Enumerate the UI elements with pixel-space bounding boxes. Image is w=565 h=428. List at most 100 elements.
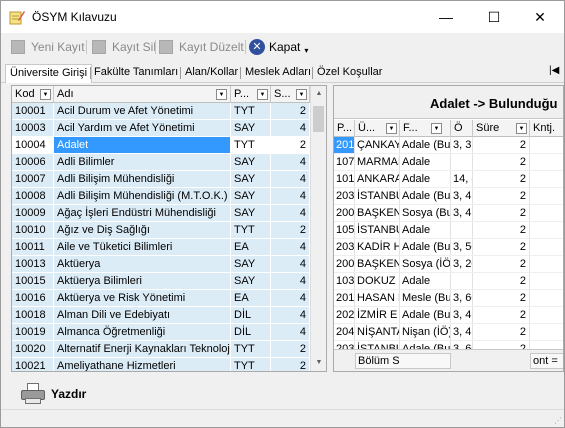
column-header-ozel[interactable]: Ö [451, 120, 473, 137]
column-header-p[interactable]: P... ▼ [231, 86, 271, 103]
tab-fakulte-tanimlari[interactable]: Fakülte Tanımları [90, 64, 182, 83]
grid-body: 10001 Acil Durum ve Afet Yönetimi TYT 2 100… [12, 103, 310, 371]
table-row[interactable]: 107MARMARAdale 2 [334, 154, 563, 171]
column-header-p[interactable]: P... [334, 120, 355, 137]
new-record-button[interactable]: Yeni Kayıt [11, 38, 85, 56]
cell: 201 [336, 290, 355, 306]
table-row[interactable]: 105 İSTANBU Adale 2 [334, 222, 563, 239]
cell-s: 4 [271, 324, 310, 340]
cell: 3, 20 [453, 256, 473, 272]
cell: 2 [473, 324, 530, 340]
cell-p: TYT [231, 137, 271, 153]
scroll-thumb[interactable] [313, 106, 324, 132]
table-row[interactable]: 203İSTANBUAdale (Bur3, 462 [334, 188, 563, 205]
edit-record-button[interactable]: Kayıt Düzelt [159, 38, 244, 56]
table-row[interactable]: 200BAŞKENTSosya (Bur3, 4,2 [334, 205, 563, 222]
table-row[interactable]: 10018 Alman Dili ve Edebiyatı DİL 4 [12, 307, 310, 324]
close-window-button[interactable]: ✕ [517, 1, 563, 33]
filter-dropdown-icon[interactable]: ▼ [296, 89, 307, 100]
scroll-up-icon[interactable]: ▲ [311, 86, 326, 102]
chevron-down-icon[interactable]: ▾ [304, 46, 308, 55]
filter-dropdown-icon[interactable]: ▼ [257, 89, 268, 100]
column-header-kontenjan[interactable]: Kntj. [530, 120, 563, 137]
cell-s: 2 [271, 222, 310, 238]
table-row[interactable]: 203KADİR HAdale (Bur3, 502 [334, 239, 563, 256]
table-row[interactable]: 10019 Almanca Öğretmenliği DİL 4 [12, 324, 310, 341]
print-button[interactable]: Yazdır [21, 381, 86, 407]
cell: ÇANKAYA [357, 137, 400, 153]
tab-universite-girisi[interactable]: Üniversite Girişi [5, 64, 93, 83]
cell: 3, 46 [453, 188, 473, 204]
cell-kod: 10013 [12, 256, 54, 272]
location-grid-body: 201ÇANKAYAAdale (Bur3, 32 107MARMARAdale… [334, 137, 563, 358]
resize-grip-icon[interactable]: ⋰ [554, 416, 562, 425]
table-row[interactable]: 10015 Aktüerya Bilimleri SAY 4 [12, 273, 310, 290]
table-row[interactable]: 10020 Alternatif Enerji Kaynakları Teknol… [12, 341, 310, 358]
vertical-scrollbar[interactable]: ▲ ▼ [310, 86, 326, 371]
column-header-s[interactable]: S... ▼ [271, 86, 310, 103]
cell: Sosya (Bur [402, 205, 451, 221]
tab-alan-kollar[interactable]: Alan/Kollar [181, 64, 242, 83]
cell: Adale (Bur [402, 307, 451, 323]
column-header-faculty[interactable]: F... ▼ [400, 120, 451, 137]
table-row[interactable]: 200BAŞKENTSosya (İÖ)3, 202 [334, 256, 563, 273]
table-row[interactable]: 101ANKARAAdale14, 82 [334, 171, 563, 188]
table-row[interactable]: 201ÇANKAYAAdale (Bur3, 32 [334, 137, 563, 154]
cell [530, 154, 563, 170]
column-header-university[interactable]: Ü... ▼ [355, 120, 400, 137]
maximize-button[interactable]: ☐ [471, 1, 517, 33]
column-header-p-label: P... [234, 88, 250, 100]
app-pencil-icon [9, 11, 25, 25]
tab-meslek-adlari[interactable]: Meslek Adları [241, 64, 315, 83]
cell: 2 [473, 171, 530, 187]
table-row[interactable]: 10021 Ameliyathane Hizmetleri TYT 2 [12, 358, 310, 371]
table-row[interactable]: 10001 Acil Durum ve Afet Yönetimi TYT 2 [12, 103, 310, 120]
cell-p: SAY [231, 188, 271, 204]
table-row-selected[interactable]: 10004 Adalet TYT 2 [12, 137, 310, 154]
filter-dropdown-icon[interactable]: ▼ [386, 123, 397, 134]
scroll-down-icon[interactable]: ▼ [311, 355, 326, 371]
column-header-adi[interactable]: Adı ▼ [54, 86, 231, 103]
edit-record-label: Kayıt Düzelt [179, 40, 244, 54]
table-row[interactable]: 10003 Acil Yardım ve Afet Yönetimi SAY 4 [12, 120, 310, 137]
minimize-button[interactable]: — [423, 1, 469, 33]
filter-dropdown-icon[interactable]: ▼ [431, 123, 442, 134]
cell [530, 188, 563, 204]
cell: 204 [336, 324, 355, 340]
table-row[interactable]: 10010 Ağız ve Diş Sağlığı TYT 2 [12, 222, 310, 239]
table-row[interactable]: 10013 Aktüerya SAY 4 [12, 256, 310, 273]
filter-dropdown-icon[interactable]: ▼ [516, 123, 527, 134]
filter-dropdown-icon[interactable]: ▼ [216, 89, 227, 100]
cell: Adale (Bur [402, 239, 451, 255]
cell-kod: 10004 [12, 137, 54, 153]
cell: 2 [473, 273, 530, 289]
column-header-label: Süre [476, 122, 500, 134]
column-header-sure[interactable]: Süre ▼ [473, 120, 530, 137]
cell-p: EA [231, 290, 271, 306]
table-row[interactable]: 10007 Adli Bilişim Mühendisliği SAY 4 [12, 171, 310, 188]
cell: 2 [473, 137, 530, 153]
tab-ozel-kosullar[interactable]: Özel Koşullar [313, 64, 386, 83]
table-row[interactable]: 10011 Aile ve Tüketici Bilimleri EA 4 [12, 239, 310, 256]
cell-s: 4 [271, 205, 310, 221]
column-header-kod[interactable]: Kod ▼ [12, 86, 54, 103]
table-row[interactable]: 201HASAN KMesle (Bur3, 602 [334, 290, 563, 307]
table-row[interactable]: 202İZMİR EAdale (Bur3, 462 [334, 307, 563, 324]
delete-record-button[interactable]: Kayıt Sil [92, 38, 156, 56]
close-form-button[interactable]: ✕ Kapat ▾ [249, 38, 308, 56]
filter-dropdown-icon[interactable]: ▼ [40, 89, 51, 100]
column-header-label: F... [403, 122, 418, 134]
cell: 201 [334, 137, 355, 153]
table-row[interactable]: 10009 Ağaç İşleri Endüstri Mühendisliği SA… [12, 205, 310, 222]
cell-s: 2 [271, 103, 310, 119]
cell [451, 273, 473, 289]
table-row[interactable]: 10016 Aktüerya ve Risk Yönetimi EA 4 [12, 290, 310, 307]
tab-nav-first-icon[interactable]: |◀ [549, 65, 559, 76]
cell: 2 [473, 307, 530, 323]
table-row[interactable]: 204NİŞANTANişan (İÖ)3, 462 [334, 324, 563, 341]
table-row[interactable]: 103DOKUZ EAdale 2 [334, 273, 563, 290]
table-row[interactable]: 10006 Adli Bilimler SAY 4 [12, 154, 310, 171]
cell: 200 [336, 256, 355, 272]
table-row[interactable]: 10008 Adli Bilişim Mühendisliği (M.T.O.K.… [12, 188, 310, 205]
cell: 2 [473, 290, 530, 306]
